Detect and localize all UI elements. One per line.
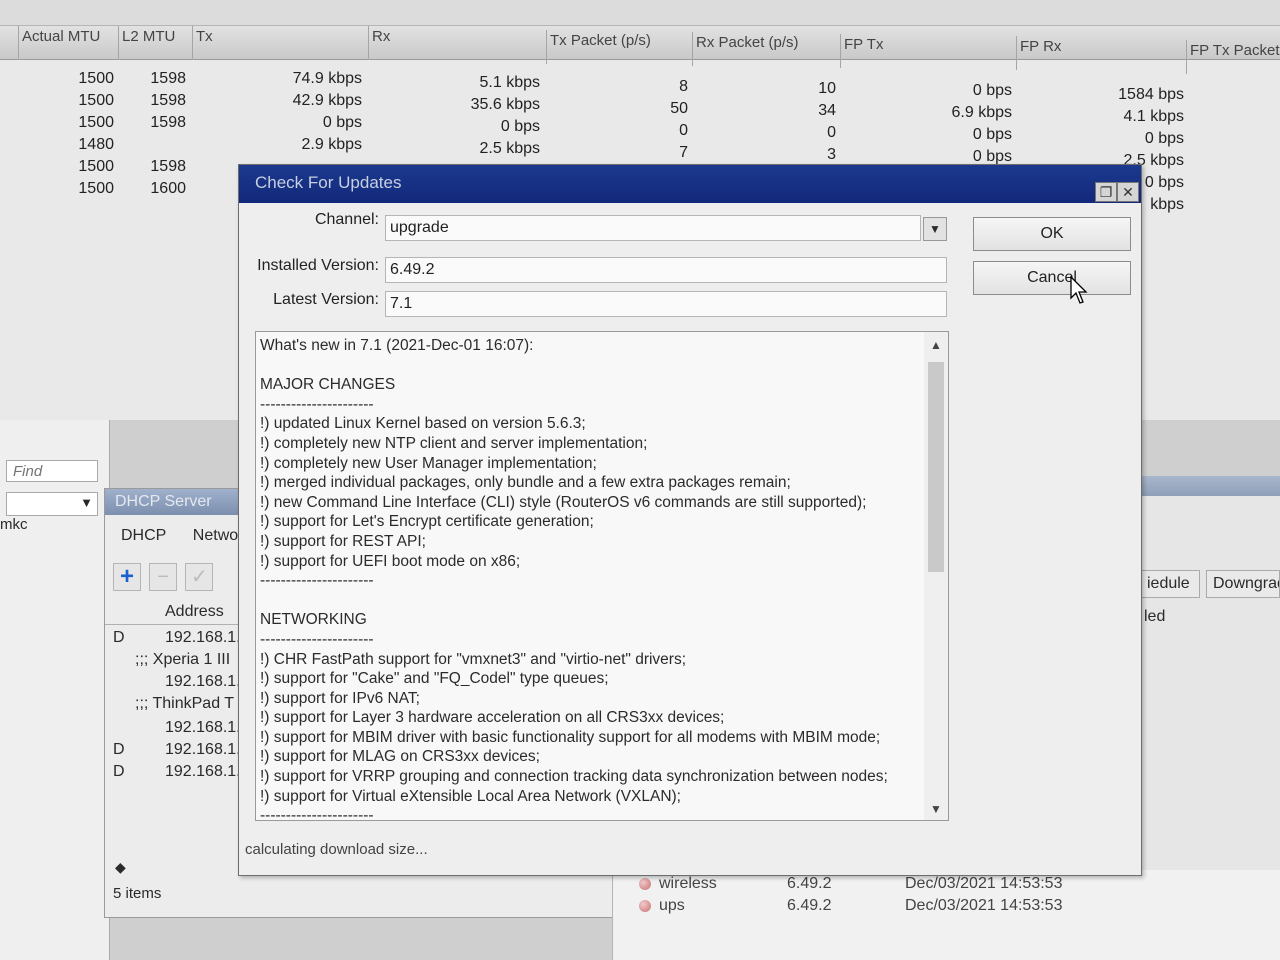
cell-l2mtu: 1598 xyxy=(150,158,186,175)
cell-mtu: 1480 xyxy=(78,136,114,153)
minus-icon: − xyxy=(157,566,170,588)
scroll-left-icon[interactable]: ◆ xyxy=(115,859,126,876)
installed-version-field: 6.49.2 xyxy=(385,257,947,283)
row-value: 192.168.1. xyxy=(165,719,241,736)
scrollbar-thumb[interactable] xyxy=(928,362,944,572)
cell-mtu: 1500 xyxy=(78,92,114,109)
status-text: calculating download size... xyxy=(245,841,428,858)
col-l2-mtu[interactable]: L2 MTU xyxy=(118,26,192,60)
column-label: led xyxy=(1144,608,1166,625)
find-input[interactable] xyxy=(6,460,98,482)
col-actual-mtu[interactable]: Actual MTU xyxy=(18,26,118,60)
downgrade-button[interactable]: Downgrad xyxy=(1206,570,1280,598)
installed-version-label: Installed Version: xyxy=(257,257,379,274)
cell-l2mtu: 1598 xyxy=(150,70,186,87)
packages-list: wireless 6.49.2 Dec/03/2021 14:53:53 ups… xyxy=(612,870,1280,960)
scroll-down-icon[interactable]: ▼ xyxy=(930,802,942,816)
tab-dhcp[interactable]: DHCP xyxy=(121,527,166,544)
package-date: Dec/03/2021 14:53:53 xyxy=(905,897,1063,914)
cell-mtu: 1500 xyxy=(78,180,114,197)
window-title-strip xyxy=(1140,476,1280,496)
left-label: mkc xyxy=(0,516,28,533)
package-version: 6.49.2 xyxy=(787,897,832,914)
chevron-down-icon[interactable]: ▼ xyxy=(923,217,947,241)
row-flag: D xyxy=(113,741,125,758)
col-tx[interactable]: Tx xyxy=(192,26,368,60)
cell-l2mtu: 1598 xyxy=(150,114,186,131)
cell-tx: 0 bps xyxy=(322,114,362,131)
enable-button[interactable]: ✓ xyxy=(185,563,214,591)
row-comment: ;;; Xperia 1 III xyxy=(135,651,231,668)
cancel-button[interactable]: Cancel xyxy=(973,261,1131,295)
dhcp-toolbar: + − ✓ xyxy=(113,563,217,591)
cell-tx: 2.9 kbps xyxy=(301,136,362,153)
add-button[interactable]: + xyxy=(113,563,141,591)
col-fp-rx[interactable]: FP Rx xyxy=(1016,36,1186,70)
cell-mtu: 1500 xyxy=(78,158,114,175)
cell-mtu: 1500 xyxy=(78,114,114,131)
row-flag: D xyxy=(113,629,125,646)
row-value: 192.168.1. xyxy=(165,763,241,780)
left-panel: ▼ mkc xyxy=(0,420,110,960)
list-item[interactable]: ups 6.49.2 Dec/03/2021 14:53:53 xyxy=(613,894,1280,918)
table-row[interactable]: 1480 2.9 kbps 2.5 kbps 7 3 0 bps 2.5 kbp… xyxy=(0,134,1280,169)
filter-dropdown[interactable]: ▼ xyxy=(6,492,98,516)
interface-table-header: Actual MTU L2 MTU Tx Rx Tx Packet (p/s) … xyxy=(0,26,1280,74)
chevron-down-icon: ▼ xyxy=(80,495,93,510)
row-value: 192.168.1. xyxy=(165,741,241,758)
row-flag: D xyxy=(113,763,125,780)
ok-button[interactable]: OK xyxy=(973,217,1131,251)
row-comment: ;;; ThinkPad T xyxy=(135,695,235,712)
scroll-up-icon[interactable]: ▲ xyxy=(930,338,942,352)
dialog-title: Check For Updates xyxy=(255,173,402,192)
cell-l2mtu: 1600 xyxy=(150,180,186,197)
whats-new-scrollbar[interactable]: ▲ ▼ xyxy=(924,332,948,820)
col-address[interactable]: Address xyxy=(165,603,224,621)
mouse-cursor-icon xyxy=(1070,276,1088,304)
whats-new-text: What's new in 7.1 (2021-Dec-01 16:07): M… xyxy=(260,337,888,821)
dialog-titlebar[interactable]: Check For Updates ❐ ✕ xyxy=(239,165,1141,203)
package-icon xyxy=(639,878,651,890)
table-row[interactable]: 1500 1598 0 bps 0 bps 0 0 0 bps 0 bps xyxy=(0,112,1280,147)
table-row[interactable]: 1500 1598 42.9 kbps 35.6 kbps 50 34 6.9 … xyxy=(0,90,1280,125)
cell-l2mtu: 1598 xyxy=(150,92,186,109)
latest-version-label: Latest Version: xyxy=(273,291,379,308)
col-rx[interactable]: Rx xyxy=(368,26,546,60)
package-name: ups xyxy=(659,897,685,914)
top-toolbar-strip xyxy=(0,0,1280,26)
cell-tx: 74.9 kbps xyxy=(292,70,362,87)
remove-button[interactable]: − xyxy=(149,563,178,591)
schedule-button[interactable]: iedule xyxy=(1140,570,1200,598)
check-for-updates-dialog: Check For Updates ❐ ✕ Channel: upgrade ▼… xyxy=(238,164,1142,876)
tab-networks[interactable]: Networ xyxy=(193,527,244,544)
plus-icon: + xyxy=(119,563,134,590)
cell-tx: 42.9 kbps xyxy=(292,92,362,109)
channel-label: Channel: xyxy=(314,211,379,228)
col-rx-packet[interactable]: Rx Packet (p/s) xyxy=(692,32,840,66)
col-fp-tx[interactable]: FP Tx xyxy=(840,34,1016,68)
row-value: 192.168.1. xyxy=(165,629,241,646)
table-row[interactable]: 1500 1598 74.9 kbps 5.1 kbps 8 10 0 bps … xyxy=(0,68,1280,103)
cell-l2mtu xyxy=(118,134,186,156)
col-tx-packet[interactable]: Tx Packet (p/s) xyxy=(546,30,692,64)
close-icon[interactable]: ✕ xyxy=(1117,182,1139,202)
item-count: 5 items xyxy=(113,885,162,902)
check-icon: ✓ xyxy=(190,566,208,588)
channel-select[interactable]: upgrade xyxy=(385,215,921,241)
row-value: 192.168.1. xyxy=(165,673,241,690)
whats-new-textarea[interactable]: What's new in 7.1 (2021-Dec-01 16:07): M… xyxy=(255,331,949,821)
restore-icon[interactable]: ❐ xyxy=(1095,182,1117,202)
package-icon xyxy=(639,900,651,912)
latest-version-field: 7.1 xyxy=(385,291,947,317)
cell-mtu: 1500 xyxy=(78,70,114,87)
